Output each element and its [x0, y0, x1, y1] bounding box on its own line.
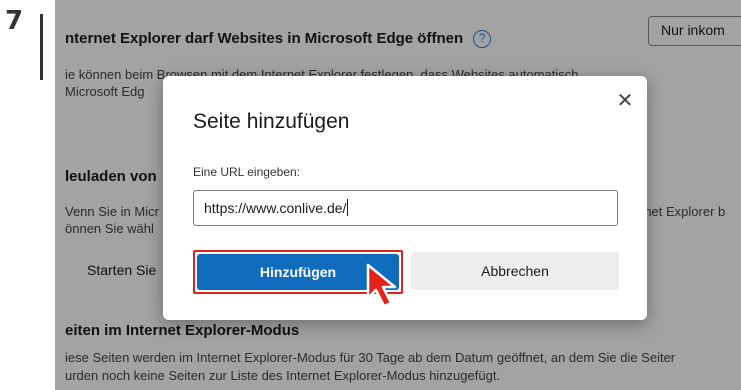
- screenshot-stage: 7 nternet Explorer darf Websites in Micr…: [0, 0, 741, 390]
- cancel-button[interactable]: Abbrechen: [411, 252, 619, 290]
- dialog-title: Seite hinzufügen: [193, 110, 350, 133]
- text-caret: [347, 199, 349, 216]
- arrow-cursor-icon: [366, 263, 397, 308]
- step-number: 7: [5, 6, 24, 36]
- url-input[interactable]: https://www.conlive.de/: [193, 190, 618, 226]
- url-field-label: Eine URL eingeben:: [193, 165, 300, 179]
- close-icon[interactable]: ✕: [615, 90, 635, 110]
- step-divider: [40, 14, 43, 80]
- url-input-value: https://www.conlive.de/: [204, 200, 347, 216]
